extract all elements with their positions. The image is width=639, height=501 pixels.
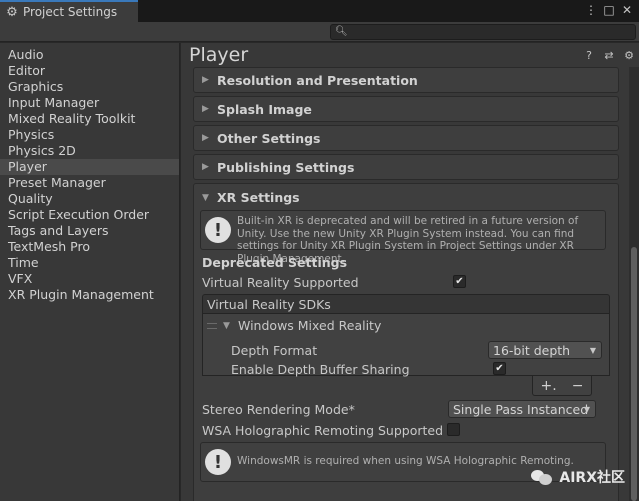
chevron-down-icon: ▼: [589, 346, 596, 355]
watermark-text: AIRX社区: [559, 470, 625, 486]
help-icon[interactable]: ?: [583, 49, 595, 62]
header-icons: ? ⇄ ⚙: [583, 49, 635, 62]
maximize-icon[interactable]: □: [603, 3, 615, 17]
remove-button[interactable]: −: [572, 378, 584, 394]
xr-settings-label: XR Settings: [217, 190, 300, 205]
vr-supported-label: Virtual Reality Supported: [202, 274, 359, 290]
foldout-label: Splash Image: [217, 101, 312, 117]
warning-icon: !: [205, 217, 231, 243]
foldout-label: Resolution and Presentation: [217, 72, 418, 88]
sidebar-item-player[interactable]: Player: [0, 159, 179, 175]
scrollbar-thumb[interactable]: [631, 247, 637, 501]
foldout-label: Other Settings: [217, 130, 321, 146]
settings-scroll-area[interactable]: ▶ Resolution and Presentation ▶ Splash I…: [193, 67, 627, 501]
foldout-xr-settings[interactable]: ▼ XR Settings: [202, 190, 300, 205]
watermark: AIRX社区: [531, 467, 625, 487]
chevron-down-icon: ▼: [202, 192, 209, 203]
sidebar-item-quality[interactable]: Quality: [0, 191, 179, 207]
sidebar-item-audio[interactable]: Audio: [0, 47, 179, 63]
search-icon: 🔍︎: [335, 26, 348, 37]
wechat-logo-icon: [531, 468, 553, 486]
warning-icon: !: [205, 449, 231, 475]
close-icon[interactable]: ✕: [621, 3, 633, 17]
page-title: Player: [189, 44, 249, 66]
stereo-rendering-value: Single Pass Instanced: [453, 401, 589, 417]
tab-project-settings[interactable]: ⚙ Project Settings: [0, 0, 138, 22]
gear-icon[interactable]: ⚙: [623, 49, 635, 62]
stereo-rendering-label: Stereo Rendering Mode*: [202, 401, 355, 417]
preset-icon[interactable]: ⇄: [603, 49, 615, 62]
foldout-splash-image[interactable]: ▶ Splash Image: [193, 96, 619, 122]
depth-sharing-label: Enable Depth Buffer Sharing: [231, 361, 410, 377]
chevron-down-icon: ▼: [583, 405, 590, 414]
list-add-remove-controls: +. −: [532, 376, 592, 396]
depth-format-dropdown[interactable]: 16-bit depth ▼: [488, 341, 602, 359]
chevron-right-icon: ▶: [202, 104, 209, 114]
sidebar-item-physics-2d[interactable]: Physics 2D: [0, 143, 179, 159]
depth-format-value: 16-bit depth: [493, 342, 571, 358]
holographic-remoting-label: WSA Holographic Remoting Supported: [202, 422, 444, 438]
chevron-right-icon: ▶: [202, 133, 209, 143]
inspector-panel: Player ? ⇄ ⚙ ▶ Resolution and Presentati…: [181, 43, 639, 501]
deprecation-help-box: ! Built-in XR is deprecated and will be …: [200, 210, 606, 265]
sidebar-item-mixed-reality-toolkit[interactable]: Mixed Reality Toolkit: [0, 111, 179, 127]
sidebar-item-textmesh-pro[interactable]: TextMesh Pro: [0, 239, 179, 255]
sidebar-item-editor[interactable]: Editor: [0, 63, 179, 79]
settings-sidebar: Audio Editor Graphics Input Manager Mixe…: [0, 43, 180, 501]
sdk-name: Windows Mixed Reality: [238, 318, 382, 333]
stereo-rendering-dropdown[interactable]: Single Pass Instanced ▼: [448, 400, 596, 418]
depth-sharing-checkbox[interactable]: ✔: [493, 362, 506, 375]
window-controls: ⋮ □ ✕: [585, 3, 633, 17]
sidebar-item-physics[interactable]: Physics: [0, 127, 179, 143]
sidebar-item-xr-plugin-management[interactable]: XR Plugin Management: [0, 287, 179, 303]
drag-handle-icon[interactable]: [207, 322, 217, 329]
gear-icon: ⚙: [6, 4, 18, 20]
depth-format-label: Depth Format: [231, 342, 318, 358]
deprecated-settings-header: Deprecated Settings: [202, 254, 348, 270]
vertical-scrollbar[interactable]: [629, 67, 639, 501]
vr-sdks-label: Virtual Reality SDKs: [207, 296, 331, 312]
sidebar-item-tags-and-layers[interactable]: Tags and Layers: [0, 223, 179, 239]
more-options-icon[interactable]: ⋮: [585, 3, 597, 17]
add-button[interactable]: +.: [541, 378, 557, 394]
sidebar-item-preset-manager[interactable]: Preset Manager: [0, 175, 179, 191]
foldout-other-settings[interactable]: ▶ Other Settings: [193, 125, 619, 151]
tab-title: Project Settings: [23, 5, 118, 19]
sidebar-item-vfx[interactable]: VFX: [0, 271, 179, 287]
vr-sdks-list-header: Virtual Reality SDKs: [202, 294, 610, 314]
vr-supported-checkbox[interactable]: ✔: [453, 275, 466, 288]
xr-settings-section: ▼ XR Settings ! Built-in XR is deprecate…: [193, 183, 619, 501]
chevron-down-icon[interactable]: ▼: [223, 321, 232, 331]
foldout-label: Publishing Settings: [217, 159, 355, 175]
window-tab-bar: ⚙ Project Settings ⋮ □ ✕: [0, 0, 639, 22]
list-item[interactable]: ▼ Windows Mixed Reality: [203, 318, 381, 333]
foldout-publishing-settings[interactable]: ▶ Publishing Settings: [193, 154, 619, 180]
search-input[interactable]: 🔍︎: [330, 24, 636, 40]
sidebar-item-time[interactable]: Time: [0, 255, 179, 271]
sidebar-item-script-execution-order[interactable]: Script Execution Order: [0, 207, 179, 223]
chevron-right-icon: ▶: [202, 75, 209, 85]
vr-sdks-list: ▼ Windows Mixed Reality Depth Format 16-…: [202, 314, 610, 377]
holographic-remoting-checkbox[interactable]: [447, 423, 460, 436]
foldout-resolution-presentation[interactable]: ▶ Resolution and Presentation: [193, 67, 619, 93]
sidebar-item-input-manager[interactable]: Input Manager: [0, 95, 179, 111]
search-toolbar: 🔍︎: [0, 22, 639, 42]
sidebar-item-graphics[interactable]: Graphics: [0, 79, 179, 95]
chevron-right-icon: ▶: [202, 162, 209, 172]
wmr-notice-text: WindowsMR is required when using WSA Hol…: [237, 455, 574, 467]
